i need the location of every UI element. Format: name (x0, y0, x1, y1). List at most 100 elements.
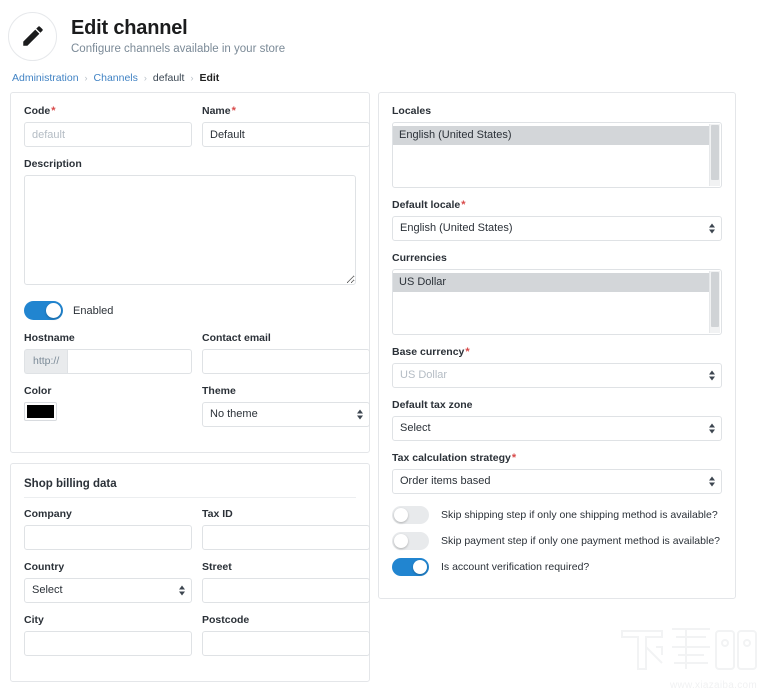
locales-listbox[interactable]: English (United States) (392, 122, 722, 188)
breadcrumb-item-administration[interactable]: Administration (12, 72, 79, 84)
breadcrumb-separator-icon: › (144, 73, 147, 83)
label-tax-id: Tax ID (202, 508, 370, 521)
skip-payment-label: Skip payment step if only one payment me… (441, 535, 720, 547)
account-verification-label: Is account verification required? (441, 561, 589, 573)
default-locale-select-wrap: English (United States) (392, 216, 722, 241)
skip-payment-toggle[interactable] (392, 532, 429, 550)
currencies-listbox[interactable]: US Dollar (392, 269, 722, 335)
breadcrumb-separator-icon: › (190, 73, 193, 83)
edit-channel-page: Edit channel Configure channels availabl… (0, 0, 767, 697)
country-select[interactable]: Select (24, 578, 192, 603)
label-theme: Theme (202, 385, 370, 398)
hostname-input-group: http:// (24, 349, 192, 374)
code-input[interactable] (24, 122, 192, 147)
page-header: Edit channel Configure channels availabl… (0, 0, 767, 62)
base-currency-select-wrap: US Dollar (392, 363, 722, 388)
label-city: City (24, 614, 192, 627)
required-asterisk: * (461, 199, 465, 211)
breadcrumb-item-channels[interactable]: Channels (94, 72, 138, 84)
channel-details-card: Code* Name* Description (10, 92, 370, 453)
default-tax-zone-select[interactable]: Select (392, 416, 722, 441)
field-theme: Theme No theme (202, 385, 370, 427)
field-code: Code* (24, 105, 192, 147)
field-name: Name* (202, 105, 370, 147)
enabled-toggle[interactable] (24, 301, 63, 320)
billing-card-heading: Shop billing data (24, 478, 356, 498)
tax-id-input[interactable] (202, 525, 370, 550)
locale-currency-card: Locales English (United States) Default … (378, 92, 736, 599)
option-row-skip-payment: Skip payment step if only one payment me… (392, 532, 722, 550)
base-currency-select[interactable]: US Dollar (392, 363, 722, 388)
label-hostname: Hostname (24, 332, 192, 345)
field-tax-id: Tax ID (202, 508, 370, 550)
account-verification-toggle[interactable] (392, 558, 429, 576)
field-contact-email: Contact email (202, 332, 370, 374)
currencies-scrollbar[interactable] (709, 271, 720, 333)
default-locale-select[interactable]: English (United States) (392, 216, 722, 241)
required-asterisk: * (512, 452, 516, 464)
page-title: Edit channel (71, 17, 285, 39)
breadcrumb: Administration › Channels › default › Ed… (0, 62, 767, 92)
option-row-skip-shipping: Skip shipping step if only one shipping … (392, 506, 722, 524)
option-row-account-verification: Is account verification required? (392, 558, 722, 576)
locales-option[interactable]: English (United States) (393, 126, 709, 145)
field-description: Description (24, 158, 356, 290)
tax-calculation-strategy-select[interactable]: Order items based (392, 469, 722, 494)
label-currencies: Currencies (392, 252, 722, 265)
breadcrumb-item-default: default (153, 72, 185, 84)
shop-billing-data-card: Shop billing data Company Tax ID Country (10, 463, 370, 682)
contact-email-input[interactable] (202, 349, 370, 374)
page-subtitle: Configure channels available in your sto… (71, 42, 285, 56)
skip-shipping-label: Skip shipping step if only one shipping … (441, 509, 718, 521)
left-column: Code* Name* Description (10, 92, 370, 692)
field-country: Country Select (24, 561, 192, 603)
label-default-tax-zone: Default tax zone (392, 399, 722, 412)
label-default-locale: Default locale* (392, 199, 722, 212)
required-asterisk: * (51, 105, 55, 117)
field-default-tax-zone: Default tax zone Select (392, 399, 722, 441)
postcode-input[interactable] (202, 631, 370, 656)
description-textarea[interactable] (24, 175, 356, 285)
field-locales: Locales English (United States) (392, 105, 722, 188)
field-currencies: Currencies US Dollar (392, 252, 722, 335)
company-input[interactable] (24, 525, 192, 550)
enabled-toggle-row: Enabled (24, 301, 356, 320)
field-postcode: Postcode (202, 614, 370, 656)
label-name: Name* (202, 105, 370, 118)
label-description: Description (24, 158, 356, 171)
label-country: Country (24, 561, 192, 574)
header-text-block: Edit channel Configure channels availabl… (71, 17, 285, 56)
field-base-currency: Base currency* US Dollar (392, 346, 722, 388)
color-picker-swatch[interactable] (24, 402, 57, 421)
country-select-wrap: Select (24, 578, 192, 603)
tax-calculation-strategy-select-wrap: Order items based (392, 469, 722, 494)
field-default-locale: Default locale* English (United States) (392, 199, 722, 241)
street-input[interactable] (202, 578, 370, 603)
theme-select-wrap: No theme (202, 402, 370, 427)
currencies-option[interactable]: US Dollar (393, 273, 709, 292)
skip-shipping-toggle[interactable] (392, 506, 429, 524)
enabled-toggle-label: Enabled (73, 305, 113, 317)
label-postcode: Postcode (202, 614, 370, 627)
breadcrumb-separator-icon: › (85, 73, 88, 83)
field-company: Company (24, 508, 192, 550)
field-color: Color (24, 385, 192, 427)
label-code: Code* (24, 105, 192, 118)
hostname-input[interactable] (67, 349, 192, 374)
form-content: Code* Name* Description (0, 92, 767, 692)
required-asterisk: * (465, 346, 469, 358)
locales-scrollbar[interactable] (709, 124, 720, 186)
field-street: Street (202, 561, 370, 603)
label-locales: Locales (392, 105, 722, 118)
default-tax-zone-select-wrap: Select (392, 416, 722, 441)
required-asterisk: * (232, 105, 236, 117)
breadcrumb-item-edit: Edit (199, 72, 219, 84)
field-city: City (24, 614, 192, 656)
label-tax-calculation-strategy: Tax calculation strategy* (392, 452, 722, 465)
city-input[interactable] (24, 631, 192, 656)
field-tax-calculation-strategy: Tax calculation strategy* Order items ba… (392, 452, 722, 494)
channel-options-toggles: Skip shipping step if only one shipping … (392, 506, 722, 576)
label-company: Company (24, 508, 192, 521)
name-input[interactable] (202, 122, 370, 147)
theme-select[interactable]: No theme (202, 402, 370, 427)
